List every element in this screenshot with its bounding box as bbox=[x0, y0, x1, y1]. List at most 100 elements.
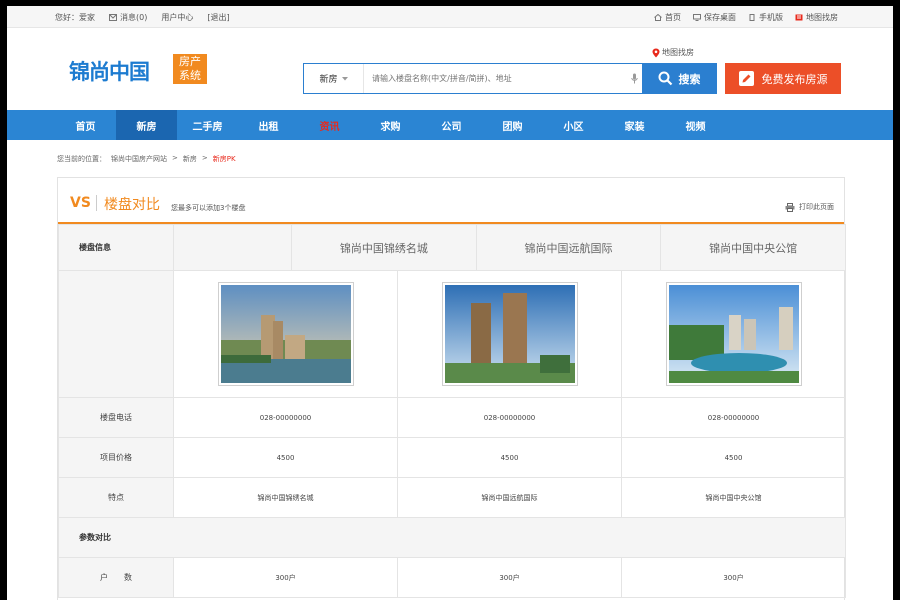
phone-icon bbox=[749, 14, 755, 21]
table-row: 楼盘电话 028-00000000 028-00000000 028-00000… bbox=[58, 397, 847, 438]
breadcrumb-separator: > bbox=[201, 154, 208, 162]
estate-image-cell bbox=[173, 270, 398, 398]
nav-item-8[interactable]: 小区 bbox=[543, 110, 604, 140]
map-locate-label: 地图找房 bbox=[662, 48, 694, 57]
breadcrumb: 您当前的位置： 锦尚中国房产网站 > 新房 > 新房PK bbox=[57, 154, 236, 164]
image-label-cell bbox=[58, 270, 174, 398]
spacer bbox=[174, 225, 292, 270]
map-locate-link[interactable]: 地图找房 bbox=[652, 47, 694, 58]
location-pin-icon bbox=[652, 48, 660, 57]
page-frame: 您好：爱家 消息(0) 用户中心 [退出] 首页 保存桌面 手机版 地图找房 锦… bbox=[7, 6, 893, 600]
voice-search-button[interactable] bbox=[626, 64, 642, 93]
search-bar: 新房 搜索 bbox=[303, 63, 717, 94]
nav-item-0[interactable]: 首页 bbox=[55, 110, 116, 140]
estate-photo-1[interactable] bbox=[217, 282, 354, 386]
messages-link[interactable]: 消息(0) bbox=[109, 12, 147, 23]
logo-text: 锦尚中国 bbox=[69, 60, 150, 84]
printer-icon bbox=[785, 202, 795, 212]
compare-header: VS 楼盘对比 您最多可以添加3个楼盘 打印此页面 bbox=[58, 178, 844, 224]
main-nav: 首页 新房 二手房 出租 资讯 求购 公司 团购 小区 家装 视频 bbox=[7, 110, 893, 140]
save-desktop-label: 保存桌面 bbox=[704, 13, 736, 22]
vs-label: VS bbox=[70, 195, 91, 211]
estate-names-cell: 锦尚中国锦绣名城 锦尚中国远航国际 锦尚中国中央公馆 bbox=[172, 224, 847, 271]
publish-listing-label: 免费发布房源 bbox=[761, 72, 828, 86]
feature-value-1: 锦尚中国锦绣名城 bbox=[173, 477, 398, 518]
search-input[interactable] bbox=[364, 64, 626, 93]
search-category-label: 新房 bbox=[319, 75, 338, 85]
divider bbox=[96, 195, 97, 211]
estate-image-cell bbox=[397, 270, 622, 398]
phone-label: 楼盘电话 bbox=[58, 397, 174, 438]
print-label: 打印此页面 bbox=[799, 203, 834, 211]
compare-title: 楼盘对比 bbox=[104, 197, 160, 213]
nav-item-2[interactable]: 二手房 bbox=[177, 110, 238, 140]
table-row: 参数对比 bbox=[57, 517, 847, 558]
logo-tag-line1: 房产 bbox=[179, 55, 201, 68]
estate-name-2[interactable]: 锦尚中国远航国际 bbox=[477, 225, 662, 270]
breadcrumb-site[interactable]: 锦尚中国房产网站 bbox=[111, 154, 167, 164]
site-logo[interactable]: 锦尚中国 房产 系统 bbox=[69, 54, 209, 90]
mobile-label: 手机版 bbox=[759, 13, 783, 22]
nav-item-5[interactable]: 求购 bbox=[360, 110, 421, 140]
nav-item-4[interactable]: 资讯 bbox=[299, 110, 360, 140]
home-label: 首页 bbox=[665, 13, 681, 22]
logo-tag-line2: 系统 bbox=[179, 69, 201, 82]
table-row: 特点 锦尚中国锦绣名城 锦尚中国远航国际 锦尚中国中央公馆 bbox=[58, 477, 847, 518]
nav-item-3[interactable]: 出租 bbox=[238, 110, 299, 140]
table-row: 项目价格 4500 4500 4500 bbox=[58, 437, 847, 478]
search-button[interactable]: 搜索 bbox=[642, 64, 716, 93]
table-row bbox=[58, 270, 847, 398]
estate-name-1[interactable]: 锦尚中国锦绣名城 bbox=[292, 225, 477, 270]
estate-image-cell bbox=[620, 270, 847, 398]
price-value-2: 4500 bbox=[397, 437, 622, 478]
phone-value-3: 028-00000000 bbox=[620, 397, 847, 438]
table-row: 楼盘信息 锦尚中国锦绣名城 锦尚中国远航国际 锦尚中国中央公馆 bbox=[58, 224, 847, 271]
user-center-link[interactable]: 用户中心 bbox=[161, 12, 193, 23]
nav-item-10[interactable]: 视频 bbox=[665, 110, 726, 140]
map-search-label: 地图找房 bbox=[806, 13, 838, 22]
mobile-link[interactable]: 手机版 bbox=[748, 12, 783, 23]
phone-value-2: 028-00000000 bbox=[397, 397, 622, 438]
nav-item-6[interactable]: 公司 bbox=[421, 110, 482, 140]
info-label: 楼盘信息 bbox=[58, 224, 174, 271]
mail-icon bbox=[109, 14, 117, 21]
units-value-3: 300户 bbox=[620, 557, 847, 598]
estate-photo-3[interactable] bbox=[665, 282, 802, 386]
chevron-down-icon bbox=[341, 76, 348, 80]
breadcrumb-section[interactable]: 新房 bbox=[183, 154, 197, 164]
microphone-icon bbox=[630, 73, 638, 84]
nav-item-7[interactable]: 团购 bbox=[482, 110, 543, 140]
map-icon bbox=[795, 14, 803, 21]
estate-photo-2[interactable] bbox=[441, 282, 578, 386]
edit-icon bbox=[738, 71, 754, 86]
search-category-select[interactable]: 新房 bbox=[304, 64, 364, 93]
units-label: 户 数 bbox=[58, 557, 174, 598]
feature-label: 特点 bbox=[58, 477, 174, 518]
compare-hint: 您最多可以添加3个楼盘 bbox=[171, 204, 246, 212]
map-search-link[interactable]: 地图找房 bbox=[795, 12, 838, 23]
params-section-label: 参数对比 bbox=[57, 517, 847, 558]
home-link[interactable]: 首页 bbox=[654, 12, 681, 23]
nav-item-9[interactable]: 家装 bbox=[604, 110, 665, 140]
search-button-label: 搜索 bbox=[678, 72, 701, 86]
compare-table: 楼盘信息 锦尚中国锦绣名城 锦尚中国远航国际 锦尚中国中央公馆 楼盘电话 028… bbox=[57, 224, 847, 598]
top-bar: 您好：爱家 消息(0) 用户中心 [退出] 首页 保存桌面 手机版 地图找房 bbox=[7, 6, 893, 28]
publish-listing-button[interactable]: 免费发布房源 bbox=[725, 63, 841, 94]
price-label: 项目价格 bbox=[58, 437, 174, 478]
units-value-1: 300户 bbox=[173, 557, 398, 598]
estate-name-3[interactable]: 锦尚中国中央公馆 bbox=[661, 225, 845, 270]
messages-label: 消息(0) bbox=[120, 13, 148, 22]
price-value-1: 4500 bbox=[173, 437, 398, 478]
logout-link[interactable]: [退出] bbox=[207, 12, 229, 23]
table-row: 户 数 300户 300户 300户 bbox=[58, 557, 847, 598]
price-value-3: 4500 bbox=[620, 437, 847, 478]
units-value-2: 300户 bbox=[397, 557, 622, 598]
print-button[interactable]: 打印此页面 bbox=[785, 202, 834, 212]
greeting-text: 您好：爱家 bbox=[55, 13, 95, 22]
breadcrumb-separator: > bbox=[172, 154, 178, 162]
breadcrumb-prefix: 您当前的位置： bbox=[57, 155, 106, 163]
save-desktop-link[interactable]: 保存桌面 bbox=[693, 12, 736, 23]
logo-tag: 房产 系统 bbox=[173, 54, 207, 84]
nav-item-1[interactable]: 新房 bbox=[116, 110, 177, 140]
phone-value-1: 028-00000000 bbox=[173, 397, 398, 438]
